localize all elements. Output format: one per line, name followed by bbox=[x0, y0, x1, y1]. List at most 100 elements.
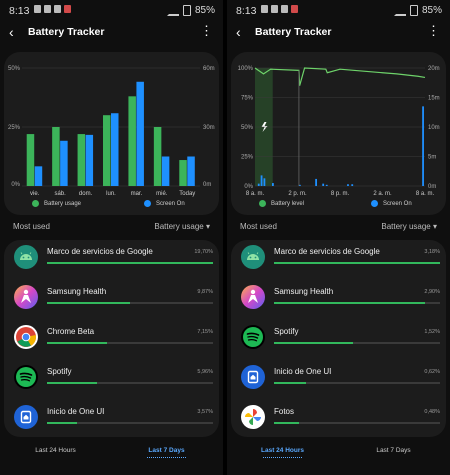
legend-item-screen: Screen On bbox=[144, 200, 185, 207]
app-row[interactable]: Spotify 1,52% bbox=[231, 320, 446, 360]
bar-screen-on bbox=[260, 175, 263, 186]
app-name: Inicio de One UI bbox=[274, 367, 332, 376]
bar-screen-on bbox=[161, 156, 170, 186]
one-ui-home-icon bbox=[241, 365, 265, 389]
tab-last-24-hours[interactable]: Last 24 Hours bbox=[0, 447, 111, 454]
legend-label: Battery level bbox=[271, 200, 305, 207]
x-tick-label: vie. bbox=[30, 191, 40, 197]
tab-label: Last 7 Days bbox=[376, 447, 411, 454]
page-title: Battery Tracker bbox=[28, 26, 105, 38]
app-usage-percent: 0,48% bbox=[424, 409, 440, 415]
tab-last-24-hours[interactable]: Last 24 Hours bbox=[227, 447, 338, 458]
x-tick-label: Today bbox=[179, 191, 195, 197]
tab-last-7-days[interactable]: Last 7 Days bbox=[338, 447, 449, 454]
app-usage-percent: 3,18% bbox=[424, 249, 440, 255]
y-right-tick-label: 60m bbox=[203, 66, 215, 72]
app-usage-percent: 3,57% bbox=[197, 409, 213, 415]
y-left-tick-label: 0% bbox=[11, 182, 20, 188]
usage-bar-track bbox=[47, 262, 213, 264]
y-left-tick-label: 0% bbox=[244, 184, 253, 190]
screen-last-7-days: 8:13 85% ‹ Battery Tracker ⋮ 0% 0m 25% 30m 5… bbox=[0, 0, 223, 475]
bar-screen-on bbox=[351, 184, 354, 186]
usage-bar-track bbox=[274, 342, 440, 344]
active-tab-indicator bbox=[147, 457, 186, 458]
app-name: Marco de servicios de Google bbox=[274, 247, 380, 256]
legend-dot bbox=[144, 200, 151, 207]
more-options-icon[interactable]: ⋮ bbox=[200, 23, 213, 39]
app-usage-percent: 7,15% bbox=[197, 329, 213, 335]
legend-label: Screen On bbox=[383, 200, 412, 207]
x-tick-label: 8 p. m. bbox=[331, 191, 350, 197]
page-title: Battery Tracker bbox=[255, 26, 332, 38]
signal-icon bbox=[166, 6, 179, 16]
bar-battery-usage bbox=[128, 96, 136, 186]
usage-bar-track bbox=[274, 422, 440, 424]
y-right-tick-label: 30m bbox=[203, 125, 215, 131]
y-right-tick-label: 10m bbox=[428, 125, 440, 131]
app-name: Chrome Beta bbox=[47, 327, 95, 336]
app-row[interactable]: Spotify 5,96% bbox=[4, 360, 219, 400]
legend-label: Screen On bbox=[156, 200, 185, 207]
notification-icons bbox=[34, 5, 71, 13]
spotify-icon bbox=[241, 325, 265, 349]
app-row[interactable]: Fotos 0,48% bbox=[231, 400, 446, 437]
dropdown-arrow-icon: ▾ bbox=[432, 222, 437, 231]
status-bar: 8:13 85% bbox=[0, 0, 223, 22]
app-row[interactable]: Samsung Health 9,87% bbox=[4, 280, 219, 320]
chrome-beta-icon bbox=[14, 325, 38, 349]
most-used-header: Most used Battery usage ▾ bbox=[227, 222, 450, 234]
samsung-health-icon bbox=[14, 285, 38, 309]
usage-bar-fill bbox=[274, 262, 440, 264]
usage-bar-fill bbox=[47, 342, 108, 344]
bar-screen-on bbox=[257, 183, 260, 186]
bar-screen-on bbox=[136, 81, 144, 186]
bar-screen-on bbox=[272, 183, 274, 186]
app-row[interactable]: Inicio de One UI 0,62% bbox=[231, 360, 446, 400]
status-battery: 85% bbox=[194, 5, 215, 16]
legend-dot bbox=[259, 200, 266, 207]
app-usage-percent: 9,87% bbox=[197, 289, 213, 295]
usage-bar-fill bbox=[47, 302, 131, 304]
y-right-tick-label: 0m bbox=[203, 182, 211, 188]
app-usage-list: Marco de servicios de Google 19,70% Samsun… bbox=[4, 240, 219, 437]
legend-dot bbox=[32, 200, 39, 207]
back-icon[interactable]: ‹ bbox=[9, 24, 14, 40]
bar-screen-on bbox=[111, 113, 119, 186]
legend-dot bbox=[371, 200, 378, 207]
status-battery: 85% bbox=[421, 5, 442, 16]
app-usage-list: Marco de servicios de Google 3,18% Samsung… bbox=[231, 240, 446, 437]
tab-last-7-days[interactable]: Last 7 Days bbox=[111, 447, 222, 458]
back-icon[interactable]: ‹ bbox=[236, 24, 241, 40]
app-row[interactable]: Samsung Health 2,90% bbox=[231, 280, 446, 320]
legend-label: Battery usage bbox=[44, 200, 82, 207]
bar-screen-on bbox=[347, 184, 349, 186]
app-usage-percent: 1,52% bbox=[424, 329, 440, 335]
y-left-tick-label: 50% bbox=[241, 125, 254, 131]
app-row[interactable]: Marco de servicios de Google 3,18% bbox=[231, 240, 446, 280]
more-options-icon[interactable]: ⋮ bbox=[427, 23, 440, 39]
legend-item-battery-level: Battery level bbox=[259, 200, 304, 207]
app-name: Spotify bbox=[47, 367, 72, 376]
usage-bar-track bbox=[274, 382, 440, 384]
app-row[interactable]: Inicio de One UI 3,57% bbox=[4, 400, 219, 437]
bar-battery-usage bbox=[77, 134, 86, 186]
sort-dropdown[interactable]: Battery usage ▾ bbox=[381, 222, 437, 231]
sort-dropdown[interactable]: Battery usage ▾ bbox=[154, 222, 210, 231]
daily-battery-chart: 0% 0m 25% 5m 50% 10m 75% 15m 100% 20m 8 a. m. 2 p. … bbox=[238, 66, 440, 197]
bar-battery-usage bbox=[26, 134, 35, 186]
app-row[interactable]: Chrome Beta 7,15% bbox=[4, 320, 219, 360]
usage-bar-track bbox=[47, 302, 213, 304]
most-used-label: Most used bbox=[240, 222, 277, 231]
battery-icon bbox=[409, 5, 418, 16]
screen-last-24-hours: 8:13 85% ‹ Battery Tracker ⋮ 0% 0m 25% 5m 50… bbox=[227, 0, 450, 475]
signal-icon bbox=[393, 6, 406, 16]
bar-battery-usage bbox=[179, 160, 187, 186]
x-tick-label: 8 a. m. bbox=[246, 191, 265, 197]
samsung-health-icon bbox=[241, 285, 265, 309]
android-icon bbox=[14, 245, 38, 269]
app-row[interactable]: Marco de servicios de Google 19,70% bbox=[4, 240, 219, 280]
time-range-tabs: Last 24 Hours Last 7 Days bbox=[0, 441, 223, 475]
legend-item-battery: Battery usage bbox=[32, 200, 81, 207]
bar-battery-usage bbox=[103, 115, 111, 186]
sort-label: Battery usage bbox=[381, 222, 431, 231]
